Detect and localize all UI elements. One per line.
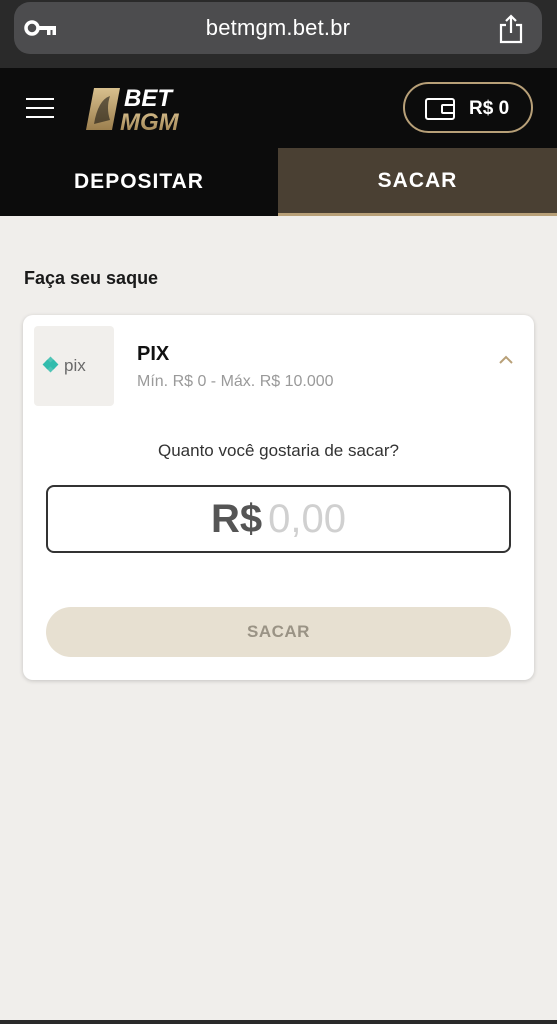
address-bar[interactable]: betmgm.bet.br	[14, 2, 542, 54]
currency-symbol: R$	[211, 496, 263, 541]
pix-logo-text: pix	[64, 356, 86, 375]
chevron-up-icon[interactable]	[498, 355, 514, 365]
menu-icon[interactable]	[26, 96, 54, 120]
amount-placeholder: 0,00	[268, 496, 346, 541]
sacar-submit-button[interactable]: SACAR	[46, 607, 511, 657]
wallet-balance-button[interactable]: R$ 0	[403, 82, 533, 133]
logo-text-mgm: MGM	[120, 109, 180, 136]
method-limits: Mín. R$ 0 - Máx. R$ 10.000	[137, 373, 334, 390]
tab-sacar[interactable]: SACAR	[278, 148, 557, 216]
pix-logo-icon: pix	[42, 356, 86, 375]
withdraw-method-card: pix PIX Mín. R$ 0 - Máx. R$ 10.000 Quant…	[23, 315, 534, 680]
section-title: Faça seu saque	[24, 268, 159, 288]
site-header: BET MGM R$ 0	[0, 68, 557, 148]
browser-toolbar: betmgm.bet.br	[0, 0, 557, 68]
amount-input[interactable]: R$ 0,00	[46, 485, 511, 553]
tab-depositar[interactable]: DEPOSITAR	[0, 148, 278, 216]
url-text: betmgm.bet.br	[205, 15, 351, 40]
betmgm-logo[interactable]: BET MGM	[80, 80, 192, 136]
pix-logo-box: pix	[34, 326, 114, 406]
cashier-tabs: DEPOSITAR SACAR	[0, 148, 557, 216]
logo-text-bet: BET	[124, 85, 174, 112]
wallet-balance: R$ 0	[469, 98, 510, 119]
method-name: PIX	[137, 343, 170, 365]
share-icon[interactable]	[498, 14, 524, 44]
amount-question: Quanto você gostaria de sacar?	[158, 441, 399, 460]
wallet-icon	[425, 98, 455, 120]
bottom-edge	[0, 1020, 557, 1024]
